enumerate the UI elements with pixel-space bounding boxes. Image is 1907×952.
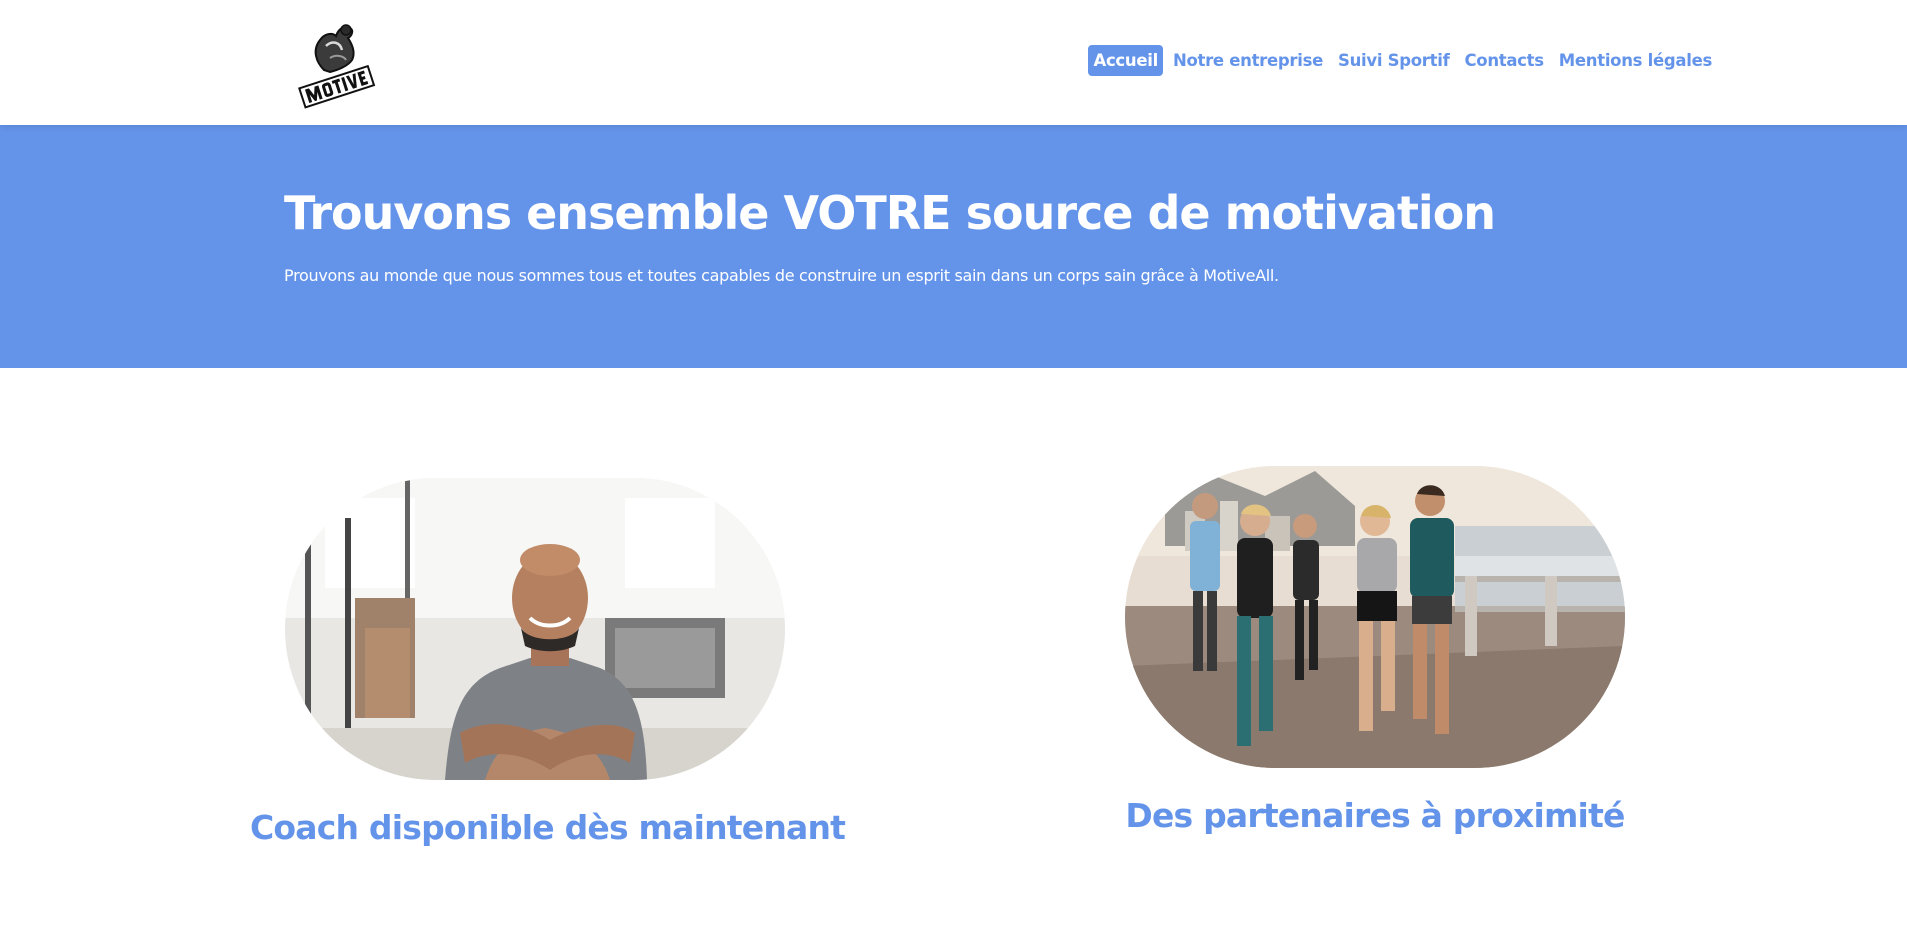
nav-link-notre-entreprise[interactable]: Notre entreprise [1168, 45, 1328, 76]
site-header: Accueil Notre entreprise Suivi Sportif C… [0, 0, 1907, 125]
nav-link-mentions-legales[interactable]: Mentions légales [1554, 45, 1717, 76]
nav-link-contacts[interactable]: Contacts [1459, 45, 1548, 76]
main-nav: Accueil Notre entreprise Suivi Sportif C… [1088, 45, 1717, 76]
nav-link-accueil[interactable]: Accueil [1088, 45, 1163, 76]
runners-group-photo [1125, 466, 1625, 768]
motiveall-logo[interactable] [286, 10, 386, 110]
hero-title: Trouvons ensemble VOTRE source de motiva… [284, 186, 1496, 240]
feature-coach: Coach disponible dès maintenant [250, 478, 846, 848]
flexed-bicep-logo-icon [298, 24, 376, 109]
feature-partners: Des partenaires à proximité [1090, 466, 1660, 836]
feature-partners-title: Des partenaires à proximité [1125, 796, 1625, 835]
coach-photo [285, 478, 785, 780]
nav-link-suivi-sportif[interactable]: Suivi Sportif [1333, 45, 1454, 76]
hero-text: Prouvons au monde que nous sommes tous e… [284, 266, 1279, 285]
feature-coach-title: Coach disponible dès maintenant [250, 808, 846, 847]
hero-banner: Trouvons ensemble VOTRE source de motiva… [0, 125, 1907, 368]
